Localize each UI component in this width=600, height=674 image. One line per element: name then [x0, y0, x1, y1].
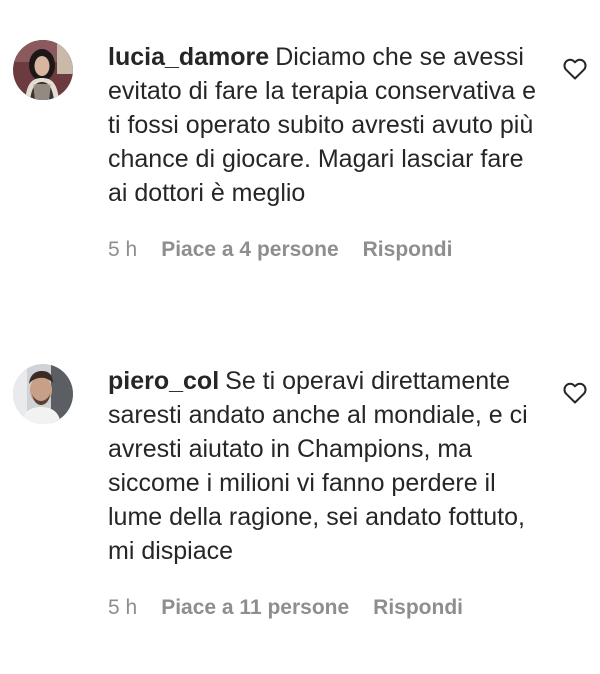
comment-text: Se ti operavi direttamente saresti andat…: [108, 367, 528, 565]
avatar[interactable]: [13, 40, 73, 100]
reply-button[interactable]: Rispondi: [363, 238, 453, 262]
comment-username[interactable]: piero_col: [108, 367, 219, 395]
comment-username[interactable]: lucia_damore: [108, 43, 269, 71]
comment-meta: 5 h Piace a 4 persone Rispondi: [108, 238, 538, 262]
heart-outline-icon[interactable]: [563, 382, 587, 404]
heart-outline-icon[interactable]: [563, 58, 587, 80]
comment-time[interactable]: 5 h: [108, 596, 137, 620]
reply-button[interactable]: Rispondi: [373, 596, 463, 620]
avatar[interactable]: [13, 364, 73, 424]
comment-likes[interactable]: Piace a 4 persone: [161, 238, 338, 262]
avatar-photo: [13, 40, 73, 100]
comment-meta: 5 h Piace a 11 persone Rispondi: [108, 596, 538, 620]
comment-body: lucia_damore Diciamo che se avessi evitat…: [108, 40, 538, 262]
comment-likes[interactable]: Piace a 11 persone: [161, 596, 349, 620]
avatar-photo: [13, 364, 73, 424]
comment-time[interactable]: 5 h: [108, 238, 137, 262]
comment-body: piero_col Se ti operavi direttamente sare…: [108, 364, 538, 620]
comment-text-block: piero_col Se ti operavi direttamente sare…: [108, 364, 538, 568]
comment-text-block: lucia_damore Diciamo che se avessi evitat…: [108, 40, 538, 210]
